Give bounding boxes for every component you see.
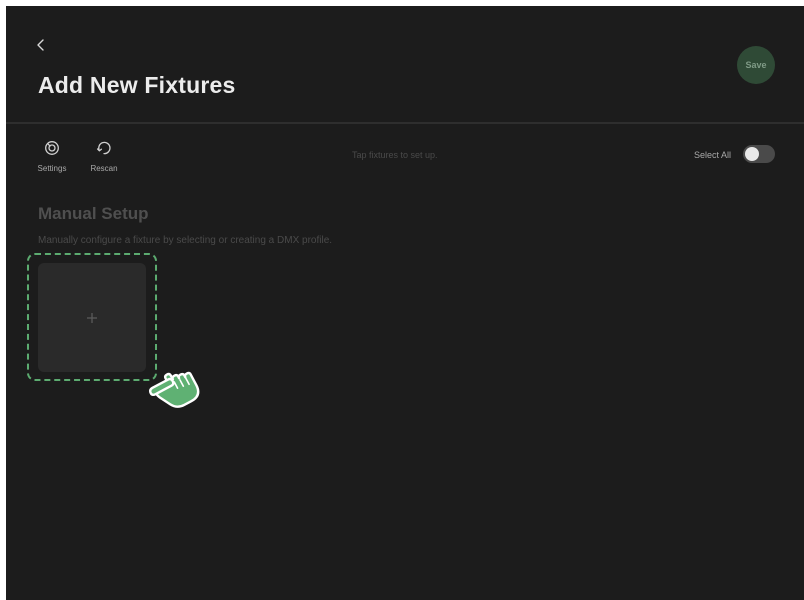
rescan-label: Rescan	[90, 164, 118, 173]
save-button[interactable]: Save	[737, 46, 775, 84]
back-button[interactable]	[32, 36, 50, 54]
add-fixture-tile[interactable]	[38, 263, 146, 372]
app-window: Add New Fixtures Save Settings Rescan Ta…	[6, 6, 804, 600]
toggle-knob	[745, 147, 759, 161]
plus-icon	[87, 312, 97, 323]
rescan-button[interactable]: Rescan	[86, 139, 122, 173]
chevron-left-icon	[37, 39, 44, 51]
section-description: Manually configure a fixture by selectin…	[38, 235, 333, 246]
settings-button[interactable]: Settings	[34, 139, 70, 173]
header-divider	[6, 122, 804, 124]
refresh-icon	[95, 139, 113, 157]
pointing-hand-icon	[148, 371, 200, 408]
settings-label: Settings	[37, 164, 67, 173]
select-all-label: Select All	[694, 150, 732, 160]
setup-hint: Tap fixtures to set up.	[352, 150, 438, 160]
page-title: Add New Fixtures	[38, 72, 236, 98]
select-all-toggle[interactable]	[743, 145, 775, 163]
settings-icon	[43, 139, 61, 157]
section-title: Manual Setup	[38, 204, 149, 223]
